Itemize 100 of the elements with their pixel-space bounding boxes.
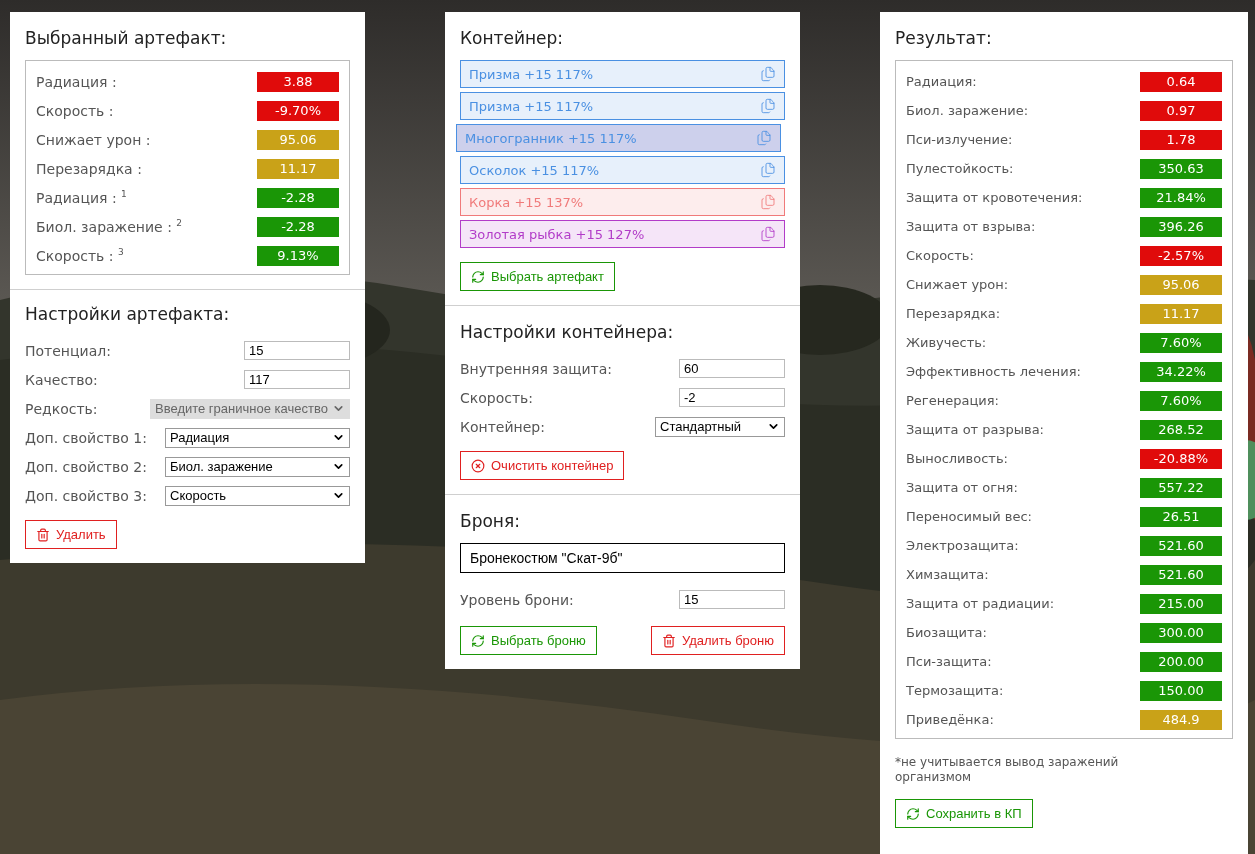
delete-armor-button[interactable]: Удалить броню bbox=[650, 626, 785, 655]
section-title: Настройки артефакта: bbox=[25, 304, 231, 324]
stat-value: 521.60 bbox=[1140, 564, 1222, 585]
stat-label: Приведёнка: bbox=[906, 712, 994, 727]
stat-label: Биол. заражение : $^{2}$ bbox=[36, 218, 183, 235]
stat-label: Выносливость: bbox=[906, 451, 1008, 466]
stat-label: Электрозащита: bbox=[906, 538, 1019, 553]
input-field[interactable]: -2 bbox=[679, 388, 785, 407]
select-field[interactable]: Биол. заражение bbox=[165, 456, 350, 477]
clear-container-button[interactable]: Очистить контейнер bbox=[460, 451, 625, 480]
stat-value: -20.88% bbox=[1140, 448, 1222, 469]
delete-button[interactable]: Удалить bbox=[25, 520, 117, 549]
choose-artifact-button[interactable]: Выбрать артефакт bbox=[460, 262, 615, 291]
choose-armor-button[interactable]: Выбрать броню bbox=[460, 626, 597, 655]
field-label: Скорость: bbox=[460, 389, 534, 406]
stat-value: -2.57% bbox=[1140, 245, 1222, 266]
stat-value: 7.60% bbox=[1140, 332, 1222, 353]
trash-icon bbox=[36, 527, 50, 542]
select-field: Введите граничное качество bbox=[150, 398, 350, 419]
stat-value: 0.97 bbox=[1140, 100, 1222, 121]
select-field[interactable]: Стандартный bbox=[655, 416, 785, 437]
stat-label: Радиация: bbox=[906, 74, 977, 89]
stat-label: Эффективность лечения: bbox=[906, 364, 1081, 379]
artifact-item[interactable]: Призма +15 117% bbox=[460, 92, 785, 120]
stat-value: 557.22 bbox=[1140, 477, 1222, 498]
stat-label: Защита от взрыва: bbox=[906, 219, 1036, 234]
stat-value: -9.70% bbox=[257, 100, 339, 121]
stat-value: 26.51 bbox=[1140, 506, 1222, 527]
stat-value: 150.00 bbox=[1140, 680, 1222, 701]
stat-value: 11.17 bbox=[1140, 303, 1222, 324]
stat-label: Пси-защита: bbox=[906, 654, 992, 669]
stat-value: 11.17 bbox=[257, 158, 339, 179]
stat-label: Защита от кровотечения: bbox=[906, 190, 1083, 205]
panel-title: Выбранный артефакт: bbox=[25, 28, 228, 48]
artifact-item[interactable]: Призма +15 117% bbox=[460, 60, 785, 88]
artifact-item[interactable]: Золотая рыбка +15 127% bbox=[460, 220, 785, 248]
input-field[interactable]: 60 bbox=[679, 359, 785, 378]
input-field[interactable]: 15 bbox=[679, 590, 785, 609]
input-field[interactable]: 15 bbox=[244, 341, 350, 360]
field-label: Уровень брони: bbox=[460, 591, 574, 608]
stat-value: 95.06 bbox=[257, 129, 339, 150]
stat-label: Биозащита: bbox=[906, 625, 987, 640]
stat-value: 21.84% bbox=[1140, 187, 1222, 208]
stat-value: 1.78 bbox=[1140, 129, 1222, 150]
stat-label: Защита от огня: bbox=[906, 480, 1018, 495]
document-icon bbox=[760, 226, 776, 242]
section-title: Настройки контейнера: bbox=[460, 322, 675, 342]
stat-label: Защита от радиации: bbox=[906, 596, 1055, 611]
select-field[interactable]: Радиация bbox=[165, 427, 350, 448]
artifact-item[interactable]: Осколок +15 117% bbox=[460, 156, 785, 184]
input-field[interactable]: 117 bbox=[244, 370, 350, 389]
refresh-icon bbox=[471, 269, 485, 284]
stat-value: 3.88 bbox=[257, 71, 339, 92]
field-label: Доп. свойство 1: bbox=[25, 429, 147, 446]
panel-title: Контейнер: bbox=[460, 28, 565, 48]
field-label: Потенциал: bbox=[25, 342, 111, 359]
refresh-icon bbox=[906, 806, 920, 821]
stat-label: Пулестойкость: bbox=[906, 161, 1014, 176]
stat-value: 268.52 bbox=[1140, 419, 1222, 440]
footnote: *не учитывается вывод заражений организмом bbox=[895, 755, 1120, 785]
field-label: Редкость: bbox=[25, 400, 98, 417]
field-label: Доп. свойство 2: bbox=[25, 458, 147, 475]
stat-label: Переносимый вес: bbox=[906, 509, 1032, 524]
stat-label: Химзащита: bbox=[906, 567, 989, 582]
stat-value: 200.00 bbox=[1140, 651, 1222, 672]
stat-value: 521.60 bbox=[1140, 535, 1222, 556]
stat-label: Снижает урон : bbox=[36, 131, 151, 148]
field-label: Доп. свойство 3: bbox=[25, 487, 147, 504]
stat-value: 34.22% bbox=[1140, 361, 1222, 382]
stat-value: 300.00 bbox=[1140, 622, 1222, 643]
stat-label: Пси-излучение: bbox=[906, 132, 1013, 147]
save-button[interactable]: Сохранить в КП bbox=[895, 799, 1033, 828]
stat-label: Радиация : $^{1}$ bbox=[36, 189, 127, 206]
trash-icon bbox=[661, 633, 676, 648]
close-circle-icon bbox=[471, 458, 485, 473]
field-label: Внутренняя защита: bbox=[460, 360, 613, 377]
armor-name: Бронекостюм "Скат-9б" bbox=[460, 543, 785, 573]
stat-label: Снижает урон: bbox=[906, 277, 1009, 292]
stat-value: 95.06 bbox=[1140, 274, 1222, 295]
stat-label: Скорость : $^{3}$ bbox=[36, 247, 124, 264]
document-icon bbox=[756, 130, 772, 146]
stat-label: Защита от разрыва: bbox=[906, 422, 1044, 437]
stat-label: Радиация : bbox=[36, 73, 117, 90]
stat-value: 9.13% bbox=[257, 245, 339, 266]
refresh-icon bbox=[471, 633, 485, 648]
stat-value: 215.00 bbox=[1140, 593, 1222, 614]
stat-label: Термозащита: bbox=[906, 683, 1004, 698]
document-icon bbox=[760, 98, 776, 114]
stat-label: Перезарядка: bbox=[906, 306, 1001, 321]
field-label: Качество: bbox=[25, 371, 98, 388]
stat-value: -2.28 bbox=[257, 216, 339, 237]
stat-label: Регенерация: bbox=[906, 393, 999, 408]
stat-value: 7.60% bbox=[1140, 390, 1222, 411]
document-icon bbox=[760, 66, 776, 82]
stat-value: 484.9 bbox=[1140, 709, 1222, 730]
select-field[interactable]: Скорость bbox=[165, 485, 350, 506]
stat-label: Скорость: bbox=[906, 248, 974, 263]
stat-label: Перезарядка : bbox=[36, 160, 142, 177]
field-label: Контейнер: bbox=[460, 418, 545, 435]
stat-value: 0.64 bbox=[1140, 71, 1222, 92]
